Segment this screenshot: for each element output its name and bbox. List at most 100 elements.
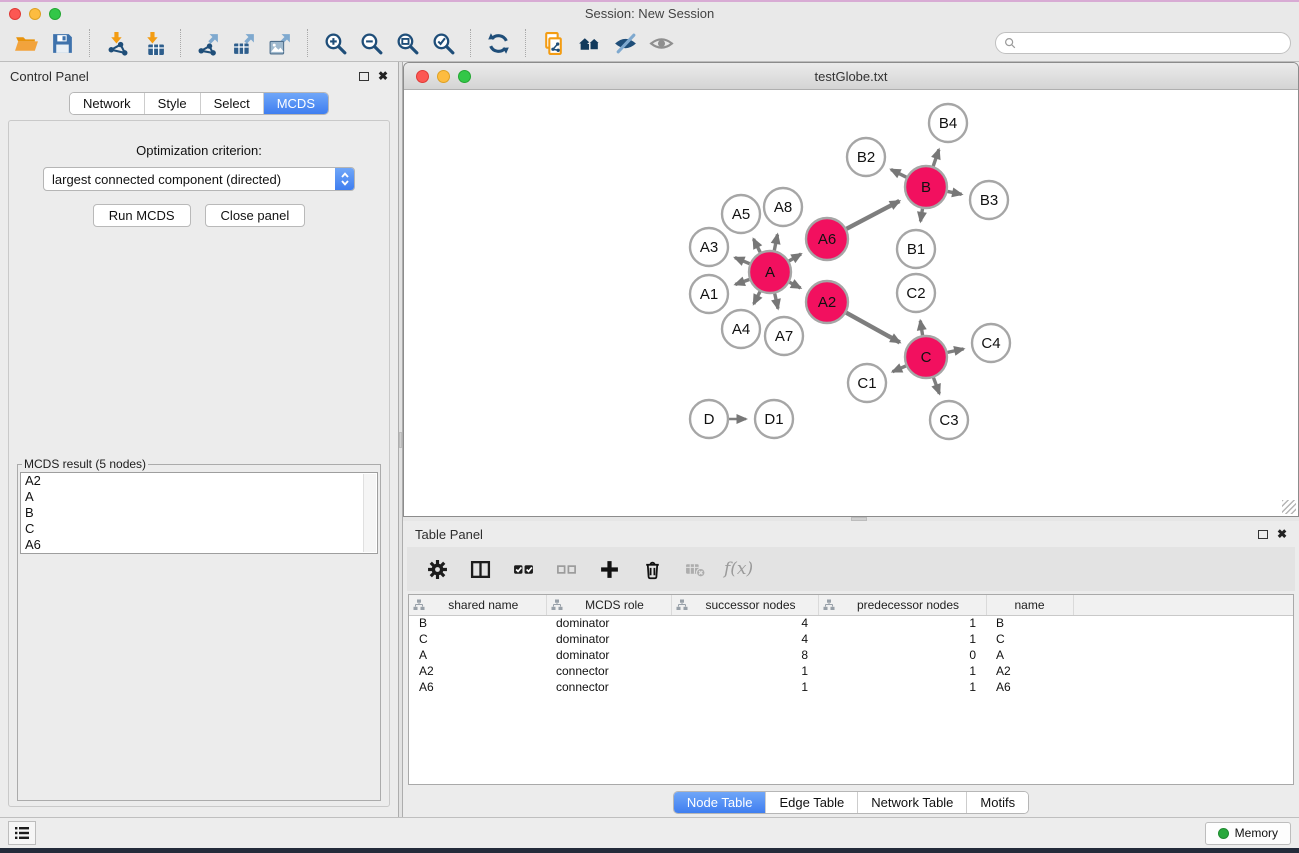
node-A7[interactable]: A7 [765,317,803,355]
divider-grip[interactable] [399,432,402,448]
node-A[interactable]: A [749,251,791,293]
table-settings-button[interactable] [423,555,451,583]
node-C[interactable]: C [905,336,947,378]
node-A4[interactable]: A4 [722,310,760,348]
zoom-out-button[interactable] [353,28,389,58]
task-history-button[interactable] [8,821,36,845]
export-table-button[interactable] [226,28,262,58]
node-A3[interactable]: A3 [690,228,728,266]
node-D1[interactable]: D1 [755,400,793,438]
tab-node-table[interactable]: Node Table [674,792,767,813]
node-B1[interactable]: B1 [897,230,935,268]
node-A5[interactable]: A5 [722,195,760,233]
delete-column-button[interactable] [638,555,666,583]
edge-A6-B[interactable] [847,201,900,229]
node-A1[interactable]: A1 [690,275,728,313]
column-header-shared-name[interactable]: shared name [409,595,546,615]
close-panel-icon[interactable]: ✖ [1277,528,1287,540]
first-neighbors-button[interactable] [571,28,607,58]
node-B4[interactable]: B4 [929,104,967,142]
node-C4[interactable]: C4 [972,324,1010,362]
node-B3[interactable]: B3 [970,181,1008,219]
mcds-result-item[interactable]: B [21,505,377,521]
edge-A-A2[interactable] [790,282,801,288]
add-column-button[interactable] [595,555,623,583]
node-A2[interactable]: A2 [806,281,848,323]
edge-A-A6[interactable] [789,254,801,261]
import-network-button[interactable] [99,28,135,58]
edge-B-B2[interactable] [891,170,906,178]
save-session-button[interactable] [44,28,80,58]
edge-A-A8[interactable] [774,235,777,251]
horizontal-split-divider[interactable] [403,517,1299,521]
export-network-button[interactable] [190,28,226,58]
window-resize-grip[interactable] [1282,500,1296,514]
open-session-button[interactable] [8,28,44,58]
new-network-from-selection-button[interactable] [535,28,571,58]
import-table-button[interactable] [135,28,171,58]
tab-edge-table[interactable]: Edge Table [766,792,858,813]
mcds-result-item[interactable]: A [21,489,377,505]
close-panel-icon[interactable]: ✖ [378,70,388,82]
criterion-dropdown[interactable]: largest connected component (directed) [43,167,355,191]
close-panel-button[interactable]: Close panel [205,204,306,227]
table-row[interactable]: Bdominator41B [409,615,1293,631]
node-C2[interactable]: C2 [897,274,935,312]
node-C3[interactable]: C3 [930,401,968,439]
edge-A2-C[interactable] [846,313,900,343]
deselect-all-button[interactable] [552,555,580,583]
zoom-fit-button[interactable] [389,28,425,58]
export-image-button[interactable] [262,28,298,58]
edge-C-C3[interactable] [934,378,940,394]
float-panel-icon[interactable] [1258,530,1268,539]
edge-B-B1[interactable] [921,209,923,222]
mcds-result-item[interactable]: C [21,521,377,537]
divider-grip[interactable] [851,517,867,521]
search-input[interactable] [995,32,1291,54]
table-row[interactable]: Cdominator41C [409,631,1293,647]
table-row[interactable]: A2connector11A2 [409,663,1293,679]
node-C1[interactable]: C1 [848,364,886,402]
tab-network[interactable]: Network [70,93,145,114]
edge-C-C2[interactable] [920,321,922,336]
node-A6[interactable]: A6 [806,218,848,260]
delete-table-button[interactable] [681,555,709,583]
column-header-predecessor-nodes[interactable]: predecessor nodes [818,595,986,615]
zoom-in-button[interactable] [317,28,353,58]
edge-A-A7[interactable] [775,294,778,309]
show-all-button[interactable] [643,28,679,58]
tab-style[interactable]: Style [145,93,201,114]
node-A8[interactable]: A8 [764,188,802,226]
edge-B-B3[interactable] [948,191,962,194]
column-header-successor-nodes[interactable]: successor nodes [671,595,818,615]
edge-C-C1[interactable] [893,366,906,372]
select-all-button[interactable] [509,555,537,583]
show-columns-button[interactable] [466,555,494,583]
memory-button[interactable]: Memory [1205,822,1291,845]
table-row[interactable]: A6connector11A6 [409,679,1293,695]
tab-select[interactable]: Select [201,93,264,114]
column-header-MCDS-role[interactable]: MCDS role [546,595,671,615]
network-canvas[interactable]: B4B2BB3A5A8A6B1A3AC2A1A2A4A7C4CC1C3DD1 [404,90,1298,516]
tab-motifs[interactable]: Motifs [967,792,1028,813]
float-panel-icon[interactable] [359,72,369,81]
zoom-selected-button[interactable] [425,28,461,58]
edge-A-A3[interactable] [735,258,750,264]
mcds-result-item[interactable]: A2 [21,473,377,489]
refresh-button[interactable] [480,28,516,58]
edge-C-C4[interactable] [948,349,964,353]
edge-A-A5[interactable] [754,239,761,252]
mcds-result-item[interactable]: A6 [21,537,377,553]
run-mcds-button[interactable]: Run MCDS [93,204,191,227]
tab-mcds[interactable]: MCDS [264,93,328,114]
node-B[interactable]: B [905,166,947,208]
edge-A-A1[interactable] [735,280,749,285]
column-header-name[interactable]: name [986,595,1073,615]
edge-A-A4[interactable] [754,292,760,304]
table-row[interactable]: Adominator80A [409,647,1293,663]
vertical-split-divider[interactable] [398,62,403,817]
tab-network-table[interactable]: Network Table [858,792,967,813]
edge-B-B4[interactable] [933,150,939,167]
function-builder-button[interactable]: f(x) [724,555,753,583]
node-D[interactable]: D [690,400,728,438]
